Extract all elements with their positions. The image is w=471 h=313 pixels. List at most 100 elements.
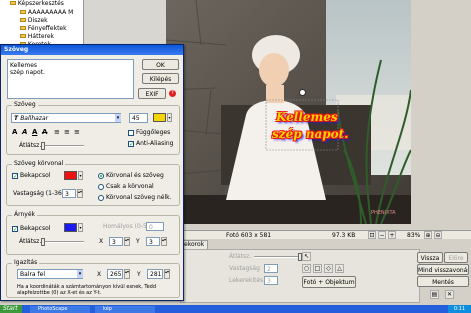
- text-group-title: Szöveg: [12, 101, 38, 108]
- align-x-label: X: [97, 271, 102, 278]
- outline-and-text-radio[interactable]: Körvonal és szöveg: [98, 172, 164, 179]
- shadow-x-input[interactable]: 3: [109, 237, 123, 246]
- print-icon[interactable]: ▤: [430, 290, 439, 299]
- tree-item[interactable]: Diszek: [20, 17, 48, 24]
- tree-item[interactable]: Hátterek: [20, 33, 54, 40]
- vertical-checkbox[interactable]: Függőleges: [128, 129, 170, 136]
- close-icon[interactable]: ✕: [445, 290, 454, 299]
- help-icon[interactable]: ?: [169, 90, 176, 97]
- zoom-out-icon[interactable]: −: [378, 231, 386, 239]
- shadow-y-input[interactable]: 3: [146, 237, 160, 246]
- photo-watermark: PHENIXTA: [371, 210, 396, 216]
- outline-enable-checkbox[interactable]: ✓ Bekapcsol: [12, 172, 50, 179]
- zoom-plus-icon[interactable]: ⊕: [424, 231, 432, 239]
- shadow-group-title: Árnyék: [12, 211, 37, 218]
- anti-aliasing-checkbox[interactable]: ✓ Anti-Aliasing: [128, 140, 173, 147]
- text-color-swatch[interactable]: [153, 113, 166, 122]
- align-y-spinner[interactable]: ▴▾: [164, 269, 170, 279]
- folder-icon: [20, 18, 26, 22]
- outline-color-swatch[interactable]: [64, 171, 77, 180]
- shape-tool-4-icon[interactable]: △: [335, 264, 344, 273]
- undo-button[interactable]: Vissza: [417, 252, 443, 263]
- tree-item[interactable]: Képszerkesztés: [10, 0, 64, 7]
- radio[interactable]: [98, 194, 104, 201]
- align-right-icon[interactable]: ≡: [74, 128, 80, 136]
- outline-color-arrow-icon[interactable]: ▾: [78, 171, 83, 180]
- taskbar-photoscape[interactable]: PhotoScape: [30, 306, 90, 313]
- pointer-tool-icon[interactable]: ↖: [302, 252, 311, 261]
- thickness-label: Vastagság: [229, 265, 260, 272]
- shadow-y-spinner[interactable]: ▴▾: [161, 237, 167, 246]
- align-left-icon[interactable]: ≡: [54, 128, 60, 136]
- bold-icon[interactable]: A: [12, 128, 17, 136]
- tree-item[interactable]: AAAAAAAAA M: [20, 9, 73, 16]
- exif-button[interactable]: EXIF: [138, 88, 166, 99]
- ok-button[interactable]: OK: [142, 59, 179, 70]
- photo-canvas[interactable]: Kellemes szép napot. PHENIXTA: [166, 0, 411, 224]
- checkbox[interactable]: [128, 129, 134, 136]
- clock: 0:11: [448, 305, 471, 313]
- slider-thumb[interactable]: [41, 238, 45, 246]
- redo-button[interactable]: Előre: [444, 252, 468, 263]
- checkbox[interactable]: ✓: [12, 225, 18, 232]
- outline-only-radio[interactable]: Csak a körvonal: [98, 183, 154, 190]
- shadow-y-label: Y: [136, 238, 140, 245]
- align-center-icon[interactable]: ≡: [64, 128, 70, 136]
- dialog-title: Szöveg: [4, 46, 29, 53]
- slider-thumb[interactable]: [41, 142, 45, 150]
- zoom-minus-icon[interactable]: ⊖: [434, 231, 442, 239]
- rounding-input[interactable]: 3: [264, 276, 278, 285]
- text-color-arrow-icon[interactable]: ▾: [167, 113, 172, 122]
- thickness-label: Vastagság (1-36): [13, 190, 65, 197]
- rounding-label: Lekerekítés: [229, 277, 264, 284]
- font-size-select[interactable]: 45: [129, 113, 148, 123]
- exit-button[interactable]: Kilépés: [142, 73, 179, 84]
- strike-icon[interactable]: A: [42, 128, 47, 136]
- rotate-handle-icon[interactable]: [299, 89, 306, 96]
- outline-thickness-input[interactable]: 3: [62, 189, 76, 198]
- shadow-color-arrow-icon[interactable]: ▾: [78, 223, 83, 232]
- shape-tool-2-icon[interactable]: □: [313, 264, 322, 273]
- zoom-fit-icon[interactable]: ⊡: [368, 231, 376, 239]
- text-input-area[interactable]: Kellemes szép napot.: [7, 59, 134, 99]
- blur-label: Homályos (0-5): [103, 223, 150, 230]
- shadow-x-spinner[interactable]: ▴▾: [124, 237, 130, 246]
- save-button[interactable]: Mentés: [417, 276, 469, 287]
- photo-size: Fotó 603 x 581: [226, 232, 272, 239]
- radio[interactable]: [98, 183, 104, 190]
- outline-no-text-radio[interactable]: Körvonal szöveg nélk.: [98, 194, 172, 201]
- text-object-line2: szép napot.: [272, 127, 349, 141]
- lower-transparency-slider[interactable]: [254, 253, 304, 261]
- alignment-dropdown-arrow-icon[interactable]: ▾: [77, 270, 83, 278]
- start-button[interactable]: Start: [0, 305, 22, 313]
- shadow-color-swatch[interactable]: [64, 223, 77, 232]
- checkbox[interactable]: ✓: [128, 140, 134, 147]
- radio[interactable]: [98, 172, 104, 179]
- dialog-titlebar[interactable]: Szöveg: [1, 45, 183, 55]
- zoom-in-icon[interactable]: +: [388, 231, 396, 239]
- underline-icon[interactable]: A: [32, 128, 37, 136]
- shape-tool-1-icon[interactable]: ○: [302, 264, 311, 273]
- align-y-input[interactable]: 281: [147, 269, 163, 279]
- undo-all-button[interactable]: Mind visszavonás: [417, 264, 469, 275]
- shadow-transparency-slider[interactable]: [41, 238, 84, 246]
- tree-item[interactable]: Fényeffektek: [20, 25, 67, 32]
- align-x-spinner[interactable]: ▴▾: [124, 269, 130, 279]
- shadow-enable-checkbox[interactable]: ✓ Bekapcsol: [12, 225, 50, 232]
- thickness-spinner[interactable]: ▴▾: [77, 189, 83, 198]
- text-transparency-slider[interactable]: [41, 142, 84, 150]
- tab-dekorok[interactable]: ekorok: [180, 240, 209, 249]
- taskbar-item[interactable]: kép: [95, 306, 155, 313]
- shadow-x-label: X: [99, 238, 104, 245]
- thickness-input[interactable]: 2: [264, 264, 278, 273]
- align-x-input[interactable]: 265: [107, 269, 123, 279]
- font-dropdown-arrow-icon[interactable]: ▾: [115, 114, 121, 122]
- alignment-select[interactable]: Balra fel: [17, 269, 83, 279]
- alignment-hint: Ha a koordináták a számtartományon kívül…: [17, 284, 156, 296]
- font-select[interactable]: T Ballhazar: [11, 113, 121, 123]
- photo-object-button[interactable]: Fotó + Objektum: [302, 276, 356, 288]
- checkbox[interactable]: ✓: [12, 172, 18, 179]
- blur-input[interactable]: 0: [146, 222, 164, 231]
- shape-tool-3-icon[interactable]: ◇: [324, 264, 333, 273]
- italic-icon[interactable]: A: [22, 128, 27, 136]
